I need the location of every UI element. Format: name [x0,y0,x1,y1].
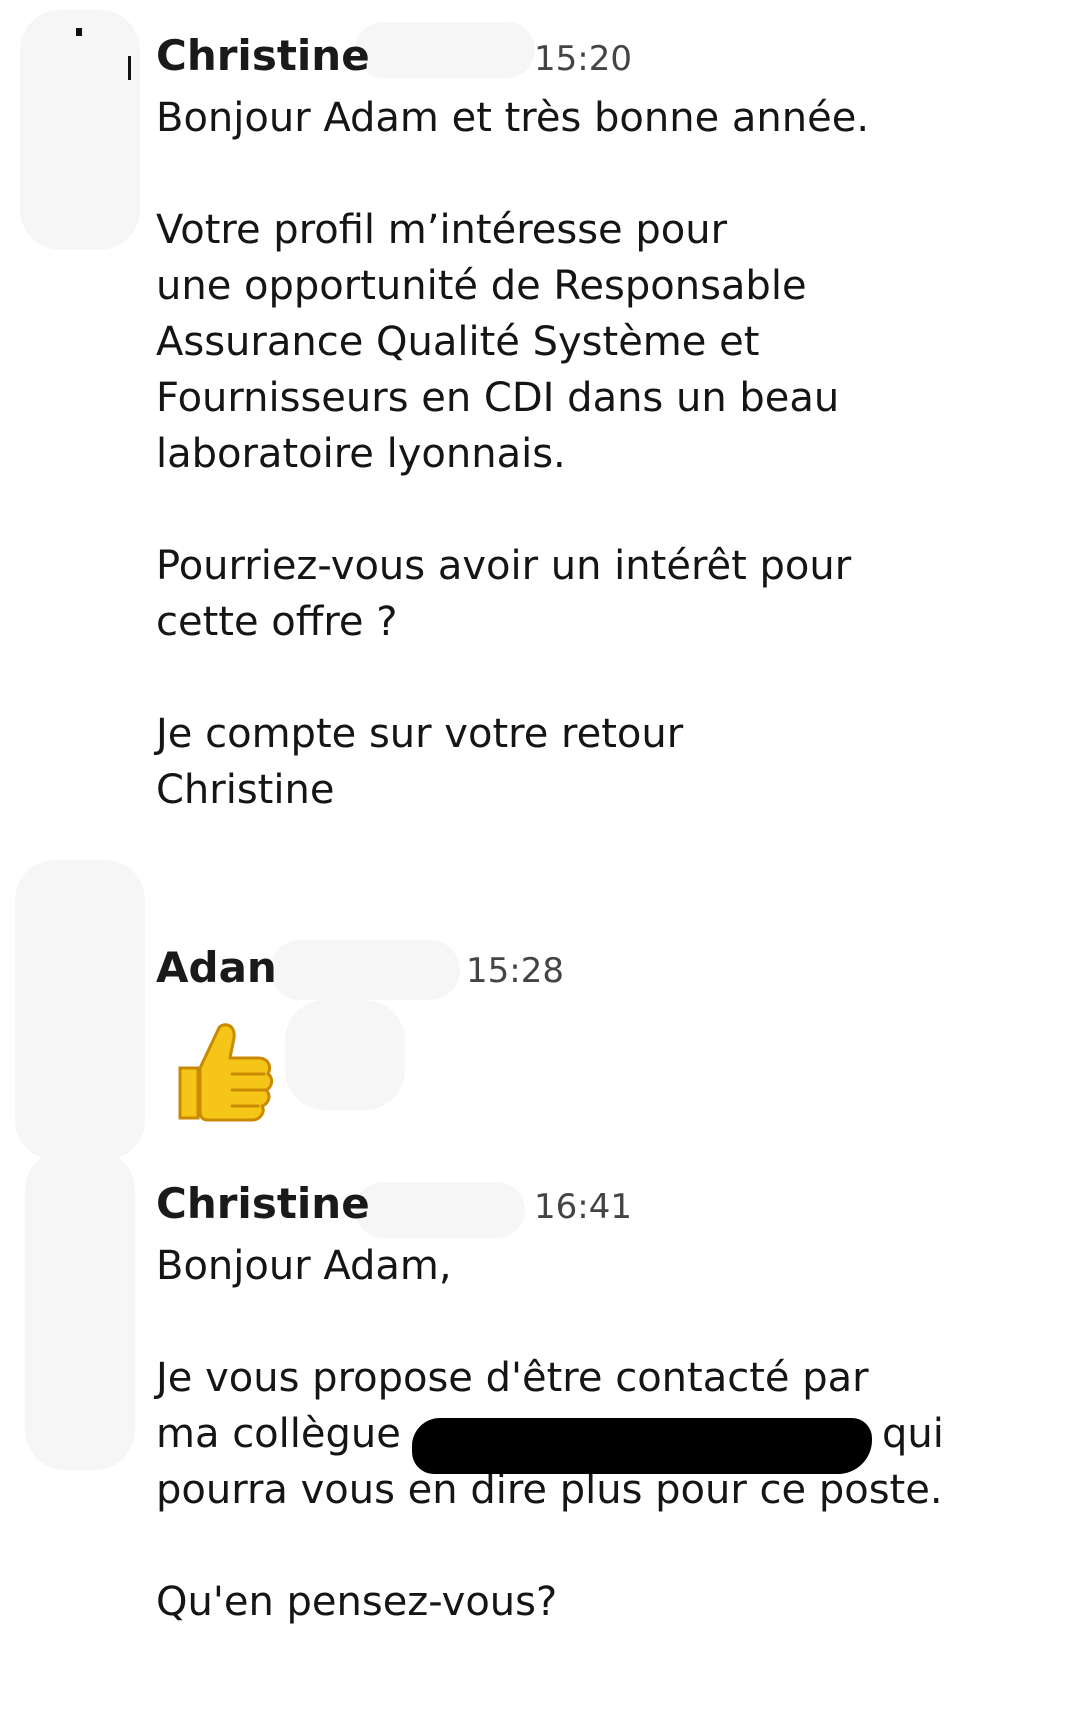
message-1: Christine 15:20 Bonjour Adam et très bon… [156,28,1056,818]
message-header: Adan 15:28 [156,940,1056,996]
emoji-side-redaction [285,1000,405,1110]
message-header: Christine 15:20 [156,28,1056,84]
message-3: Christine 16:41 Bonjour Adam, Je vous pr… [156,1176,1056,1630]
edge-mark-1 [76,28,82,36]
timestamp: 15:20 [534,39,632,79]
timestamp: 16:41 [534,1187,632,1227]
text-line: Je vous propose d'être contacté par [156,1355,869,1401]
message-2: Adan 15:28 [156,940,1056,996]
sender-name[interactable]: Adan [156,940,277,996]
avatar-redaction-3 [25,1150,135,1470]
timestamp: 15:28 [466,951,564,991]
message-text: Bonjour Adam et très bonne année. Votre … [156,95,870,813]
thumbs-up-icon [178,1023,274,1122]
text-fragment: qui [882,1411,944,1457]
avatar-redaction-1 [20,10,140,250]
message-header: Christine 16:41 [156,1176,1056,1232]
text-line: Qu'en pensez-vous? [156,1579,558,1625]
avatar-redaction-2 [15,860,145,1160]
text-fragment: ma collègue [156,1411,401,1457]
sender-name[interactable]: Christine [156,28,370,84]
sender-name[interactable]: Christine [156,1176,370,1232]
edge-mark-2 [128,56,131,80]
text-line: Bonjour Adam, [156,1243,452,1289]
name-redaction [412,1418,872,1474]
